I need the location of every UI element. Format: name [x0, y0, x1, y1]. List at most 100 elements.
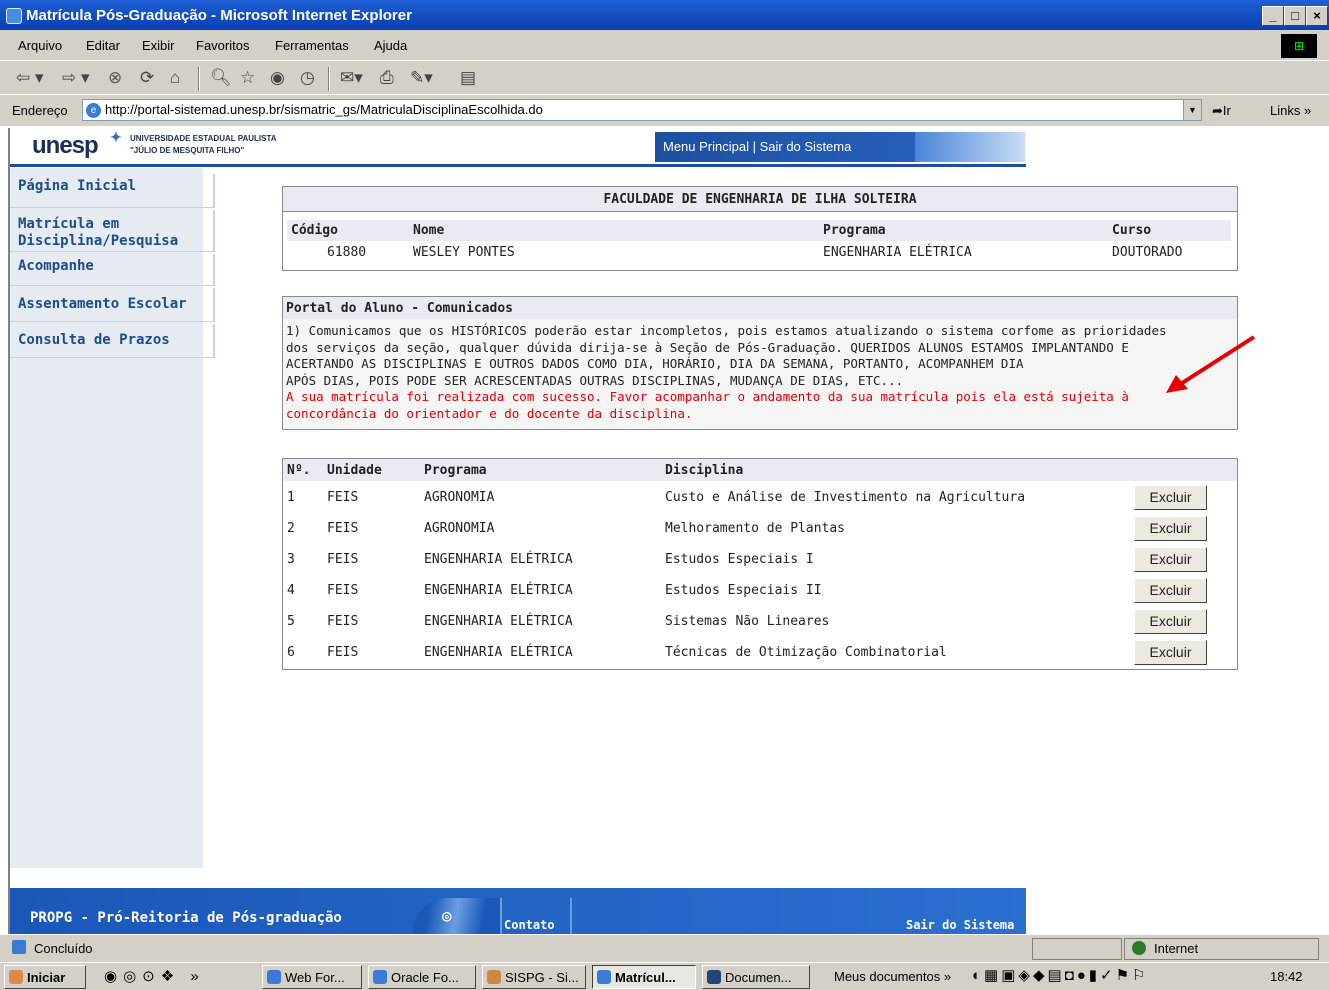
menu-ajuda[interactable]: Ajuda	[374, 38, 407, 53]
delete-button[interactable]: Excluir	[1134, 547, 1207, 572]
row-number: 5	[287, 614, 295, 629]
print-icon[interactable]: ⎙	[380, 69, 394, 86]
windows-flag-icon	[9, 970, 23, 984]
student-name: WESLEY PONTES	[413, 245, 515, 260]
address-input[interactable]: e http://portal-sistemad.unesp.br/sismat…	[82, 99, 1202, 121]
sidebar-item-consulta-prazos[interactable]: Consulta de Prazos	[10, 324, 215, 358]
clock: 18:42	[1270, 969, 1303, 984]
go-button[interactable]: ➦Ir	[1212, 103, 1231, 119]
col-numero: Nº.	[287, 463, 311, 478]
delete-button[interactable]: Excluir	[1134, 578, 1207, 603]
menu-arquivo[interactable]: Arquivo	[18, 38, 62, 53]
discuss-icon[interactable]: ▤	[460, 69, 476, 86]
home-icon[interactable]: ⌂	[170, 69, 180, 86]
browser-toolbar: ⇦ ▾ ⇨ ▾ ⊗ ⟳ ⌂ 🔍︎ ☆ ◉ ◷ ✉▾ ⎙ ✎▾ ▤	[0, 60, 1329, 94]
taskbar-item-matricula[interactable]: Matrícul...	[592, 965, 696, 989]
sidebar-item-pagina-inicial[interactable]: Página Inicial	[10, 174, 215, 208]
status-text: Concluído	[34, 941, 93, 956]
banner-graphic	[915, 132, 1025, 162]
quicklaunch-icons[interactable]: ◉◎⊙❖ »	[104, 967, 205, 985]
footer-contato-link[interactable]: Contato	[504, 918, 555, 932]
row-number: 4	[287, 583, 295, 598]
close-button[interactable]: ×	[1306, 6, 1328, 26]
col-disciplina: Disciplina	[665, 463, 744, 478]
links-button[interactable]: Links »	[1270, 103, 1311, 118]
row-programa: AGRONOMIA	[424, 521, 495, 536]
col-curso: Curso	[1112, 223, 1152, 238]
search-icon[interactable]: 🔍︎	[210, 69, 232, 86]
main-menu-links[interactable]: Menu Principal | Sair do Sistema	[663, 139, 851, 154]
row-unidade: FEIS	[327, 521, 359, 536]
toolbar-separator	[198, 67, 200, 91]
row-unidade: FEIS	[327, 645, 359, 660]
unesp-logo: unesp ✦ UNIVERSIDADE ESTADUAL PAULISTA "…	[32, 129, 277, 159]
taskbar-item-oracle[interactable]: Oracle Fo...	[368, 965, 476, 989]
sidebar-item-matricula[interactable]: Matrícula em Disciplina/Pesquisa	[10, 210, 215, 252]
notice-line: ACERTANDO AS DISCIPLINAS E OUTROS DADOS …	[286, 356, 1024, 371]
favorites-icon[interactable]: ☆	[240, 69, 255, 86]
windows-logo-icon: ⊞	[1281, 34, 1317, 58]
start-button[interactable]: Iniciar	[4, 965, 86, 989]
delete-button[interactable]: Excluir	[1134, 640, 1207, 665]
film-icon: ◎	[442, 906, 452, 925]
forward-icon[interactable]: ⇨ ▾	[62, 69, 90, 86]
success-message: concordância do orientador e do docente …	[286, 405, 693, 421]
delete-button[interactable]: Excluir	[1134, 485, 1207, 510]
my-documents-toolbar[interactable]: Meus documentos »	[834, 969, 951, 984]
notice-text: 1) Comunicamos que os HISTÓRICOS poderão…	[286, 323, 1167, 422]
edit-icon[interactable]: ✎▾	[410, 69, 433, 86]
student-row: 61880 WESLEY PONTES ENGENHARIA ELÉTRICA …	[287, 243, 1231, 263]
back-icon[interactable]: ⇦ ▾	[16, 69, 44, 86]
red-arrow-annotation	[1166, 335, 1256, 393]
sidebar-item-acompanhe[interactable]: Acompanhe	[10, 254, 215, 286]
mail-icon[interactable]: ✉▾	[340, 69, 363, 86]
menu-bar: Arquivo Editar Exibir Favoritos Ferramen…	[0, 30, 1329, 60]
banner-line	[10, 164, 1026, 167]
faculty-box: FACULDADE DE ENGENHARIA DE ILHA SOLTEIRA…	[282, 186, 1238, 271]
window-titlebar: Matrícula Pós-Graduação - Microsoft Inte…	[0, 0, 1329, 30]
taskbar-item-sispg[interactable]: SISPG - Si...	[482, 965, 586, 989]
footer-divider	[500, 898, 502, 934]
row-programa: ENGENHARIA ELÉTRICA	[424, 645, 573, 660]
student-code: 61880	[327, 245, 367, 260]
disciplines-table: Nº. Unidade Programa Disciplina 1 FEIS AGR…	[282, 458, 1238, 670]
stop-icon[interactable]: ⊗	[108, 69, 122, 86]
menu-exibir[interactable]: Exibir	[142, 38, 175, 53]
taskbar-item-webform[interactable]: Web For...	[262, 965, 362, 989]
notice-line: dos serviços da seção, qualquer dúvida d…	[286, 339, 1129, 355]
notice-title: Portal do Aluno - Comunicados	[283, 297, 1237, 319]
maximize-button[interactable]: □	[1284, 6, 1306, 26]
page-done-icon	[12, 940, 26, 954]
refresh-icon[interactable]: ⟳	[140, 69, 154, 86]
row-disciplina: Estudos Especiais I	[665, 552, 814, 567]
delete-button[interactable]: Excluir	[1134, 516, 1207, 541]
sidebar-item-assentamento[interactable]: Assentamento Escolar	[10, 288, 215, 322]
footer-sair-link[interactable]: Sair do Sistema	[906, 918, 1014, 932]
menu-favoritos[interactable]: Favoritos	[196, 38, 249, 53]
faculty-title: FACULDADE DE ENGENHARIA DE ILHA SOLTEIRA	[283, 187, 1237, 212]
address-bar: Endereço e http://portal-sistemad.unesp.…	[0, 94, 1329, 126]
row-programa: ENGENHARIA ELÉTRICA	[424, 614, 573, 629]
student-course: DOUTORADO	[1112, 245, 1183, 260]
table-row: 3 FEIS ENGENHARIA ELÉTRICA Estudos Especiai…	[283, 543, 1237, 574]
row-disciplina: Melhoramento de Plantas	[665, 521, 846, 536]
menu-band: Menu Principal | Sair do Sistema	[655, 132, 1025, 162]
taskbar-item-documento[interactable]: Documen...	[702, 965, 810, 989]
row-disciplina: Técnicas de Otimização Combinatorial	[665, 645, 947, 660]
tray-icons[interactable]: ◐▦▣◈◆▤◘●▮✓⚑⚐	[972, 966, 1149, 984]
page-content: unesp ✦ UNIVERSIDADE ESTADUAL PAULISTA "…	[8, 128, 1329, 934]
col-programa: Programa	[823, 223, 886, 238]
menu-ferramentas[interactable]: Ferramentas	[275, 38, 349, 53]
notice-line: 1) Comunicamos que os HISTÓRICOS poderão…	[286, 323, 1167, 338]
taskbar: Iniciar ◉◎⊙❖ » Web For... Oracle Fo... S…	[0, 962, 1329, 990]
col-unidade: Unidade	[327, 463, 382, 478]
minimize-button[interactable]: _	[1262, 6, 1284, 26]
table-row: 1 FEIS AGRONOMIA Custo e Análise de Investi…	[283, 481, 1237, 512]
menu-editar[interactable]: Editar	[86, 38, 120, 53]
chevron-down-icon[interactable]: ▼	[1183, 100, 1201, 120]
delete-button[interactable]: Excluir	[1134, 609, 1207, 634]
globe-icon	[1132, 941, 1146, 955]
history-icon[interactable]: ◷	[300, 69, 315, 86]
media-icon[interactable]: ◉	[270, 69, 285, 86]
window-title: Matrícula Pós-Graduação - Microsoft Inte…	[26, 7, 412, 24]
